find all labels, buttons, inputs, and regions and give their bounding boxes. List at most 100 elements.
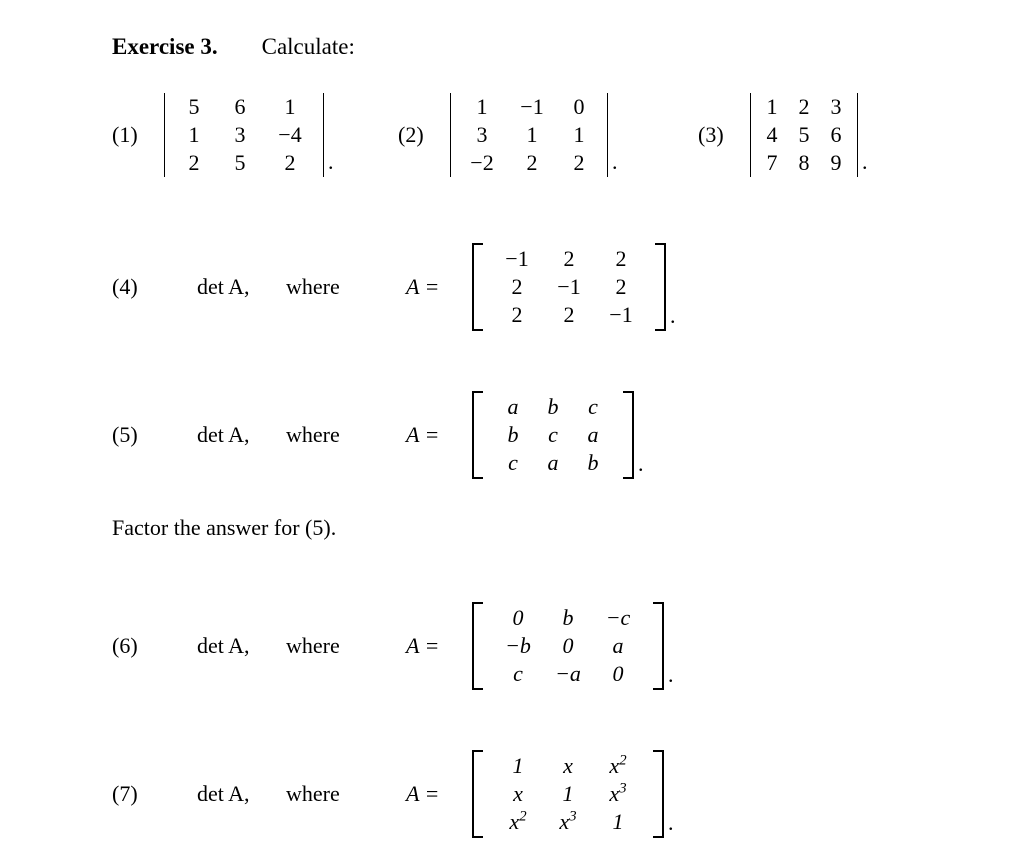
matrix-cell: x xyxy=(563,753,573,778)
det-a-text: det A, xyxy=(164,248,286,326)
determinant-bar-right xyxy=(323,93,324,177)
problem-6-label: (6) xyxy=(112,633,138,658)
exponent: 2 xyxy=(519,808,527,825)
matrix-cell: 4 xyxy=(766,122,778,147)
matrix-assignment-label: A = xyxy=(406,274,440,299)
document-page: Exercise 3. Calculate: (1) 5 6 1 1 3 −4 … xyxy=(0,0,1024,859)
matrix-cell: 2 xyxy=(573,150,585,175)
det-a-label: det A, xyxy=(197,633,250,658)
matrix-cell: 8 xyxy=(798,150,810,175)
problem-6-matrix: 0 b −c −b 0 a c −a 0 xyxy=(472,602,664,690)
page-title: Exercise 3. Calculate: xyxy=(112,32,355,62)
determinant-bar-right xyxy=(857,93,858,177)
problem-1: (1) 5 6 1 1 3 −4 2 5 2 . xyxy=(112,93,334,177)
period-mark: . xyxy=(612,149,618,174)
matrix-cell: 0 xyxy=(562,633,574,658)
factor-note-text: Factor the answer for (5). xyxy=(112,515,337,540)
problem-2-label: (2) xyxy=(398,122,424,147)
det-a-label: det A, xyxy=(197,781,250,806)
matrix-cell: 2 xyxy=(511,302,523,327)
matrix-cell: 5 xyxy=(188,94,200,119)
matrix-cell: c xyxy=(588,394,598,419)
matrix-cell: 6 xyxy=(234,94,246,119)
matrix-cell: 5 xyxy=(798,122,810,147)
problem-3-determinant: 1 2 3 4 5 6 7 8 9 xyxy=(750,93,858,177)
matrix-cell: b xyxy=(587,450,599,475)
matrix-cell: x3 xyxy=(559,808,577,834)
matrix-cell: 1 xyxy=(188,122,200,147)
matrix-grid: 1 x x2 x 1 x3 x2 x3 1 xyxy=(483,750,653,838)
matrix-cell: 1 xyxy=(476,94,488,119)
matrix-cell: b xyxy=(547,394,559,419)
exponent: 3 xyxy=(569,808,577,825)
matrix-cell: b xyxy=(507,422,519,447)
period-mark: . xyxy=(668,810,674,835)
matrix-cell: 1 xyxy=(766,94,778,119)
matrix-cell: 0 xyxy=(612,661,624,686)
bracket-right xyxy=(653,750,664,838)
matrix-cell: 2 xyxy=(511,274,523,299)
matrix-cell: 5 xyxy=(234,150,246,175)
problem-2: (2) 1 −1 0 3 1 1 −2 2 2 . xyxy=(398,93,618,177)
period-mark: . xyxy=(670,303,676,328)
period-mark: . xyxy=(638,451,644,476)
matrix-cell: a xyxy=(612,633,624,658)
matrix-cell: c xyxy=(548,422,558,447)
matrix-cell: 2 xyxy=(798,94,810,119)
matrix-cell: −2 xyxy=(470,150,494,175)
where-label: where xyxy=(286,422,340,447)
det-a-text: det A, xyxy=(164,396,286,474)
matrix-cell: −1 xyxy=(557,274,581,299)
matrix-cell: x2 xyxy=(509,808,527,834)
det-a-label: det A, xyxy=(197,422,250,447)
matrix-cell: 1 xyxy=(526,122,538,147)
matrix-cell: 1 xyxy=(512,753,524,778)
bracket-left xyxy=(472,243,483,331)
matrix-assignment-label: A = xyxy=(406,422,440,447)
matrix-cell: 9 xyxy=(830,150,842,175)
matrix-cell: 1 xyxy=(284,94,296,119)
exponent: 2 xyxy=(619,752,627,769)
matrix-grid: 1 2 3 4 5 6 7 8 9 xyxy=(751,93,857,177)
matrix-cell: 0 xyxy=(573,94,585,119)
matrix-cell: 7 xyxy=(766,150,778,175)
period-mark: . xyxy=(862,149,868,174)
where-label: where xyxy=(286,274,340,299)
problem-2-determinant: 1 −1 0 3 1 1 −2 2 2 xyxy=(450,93,608,177)
matrix-cell: x3 xyxy=(609,780,627,806)
problem-7: (7) det A, where A = 1 x x2 x 1 x3 x2 x3… xyxy=(112,750,674,838)
matrix-grid: 0 b −c −b 0 a c −a 0 xyxy=(483,602,653,690)
matrix-cell: 3 xyxy=(476,122,488,147)
period-mark: . xyxy=(328,149,334,174)
bracket-left xyxy=(472,602,483,690)
matrix-grid: a b c b c a c a b xyxy=(483,391,623,479)
problem-1-determinant: 5 6 1 1 3 −4 2 5 2 xyxy=(164,93,324,177)
matrix-assignment-label: A = xyxy=(406,781,440,806)
bracket-left xyxy=(472,750,483,838)
matrix-cell: x2 xyxy=(609,752,627,778)
matrix-cell: 2 xyxy=(284,150,296,175)
matrix-cell: 2 xyxy=(615,274,627,299)
matrix-cell: b xyxy=(562,605,574,630)
matrix-cell: −1 xyxy=(520,94,544,119)
matrix-grid: 1 −1 0 3 1 1 −2 2 2 xyxy=(451,93,607,177)
matrix-cell: a xyxy=(547,450,559,475)
problem-4-matrix: −1 2 2 2 −1 2 2 2 −1 xyxy=(472,243,666,331)
matrix-assignment-label: A = xyxy=(406,633,440,658)
matrix-cell: 2 xyxy=(563,302,575,327)
matrix-cell: a xyxy=(587,422,599,447)
matrix-cell: −4 xyxy=(278,122,302,147)
bracket-right xyxy=(653,602,664,690)
matrix-cell: 2 xyxy=(615,246,627,271)
problem-6: (6) det A, where A = 0 b −c −b 0 a c −a … xyxy=(112,602,674,690)
period-mark: . xyxy=(668,662,674,687)
det-a-text: det A, xyxy=(164,755,286,833)
matrix-cell: 2 xyxy=(526,150,538,175)
matrix-grid: −1 2 2 2 −1 2 2 2 −1 xyxy=(483,243,655,331)
matrix-cell: 3 xyxy=(830,94,842,119)
problem-5-matrix: a b c b c a c a b xyxy=(472,391,634,479)
determinant-bar-right xyxy=(607,93,608,177)
matrix-cell: 1 xyxy=(562,781,574,806)
exponent: 3 xyxy=(619,780,627,797)
matrix-cell: −c xyxy=(605,605,631,630)
